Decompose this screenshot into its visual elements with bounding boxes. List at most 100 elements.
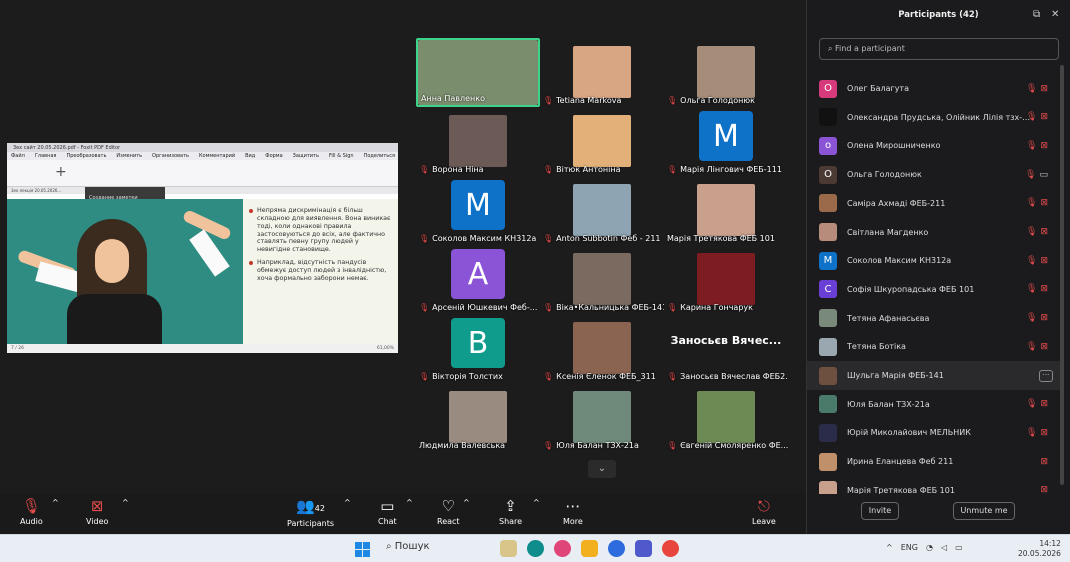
video-tile[interactable]: Заносьєв Вячес... 🎙 Заносьєв Вячеслав ФЕБ2… xyxy=(664,314,788,383)
language-indicator[interactable]: ENG xyxy=(901,543,918,552)
shared-menu-item: Форма xyxy=(265,153,283,159)
file-explorer-icon[interactable] xyxy=(581,540,598,557)
video-tile[interactable]: 🎙 Anton Subbotin Феб - 211 xyxy=(540,176,664,245)
leave-button[interactable]: ⎋ Leave xyxy=(752,498,776,527)
participant-list: O Олег Балагута 🎙⊠ Олександра Прудська, Олі… xyxy=(807,62,1063,494)
close-icon[interactable]: ✕ xyxy=(1051,0,1059,30)
invite-button[interactable]: Invite xyxy=(861,502,899,520)
participant-search-input[interactable]: ⌕ Find a participant xyxy=(819,38,1059,60)
tile-big-name: Заносьєв Вячес... xyxy=(670,334,782,347)
participant-row[interactable]: Шульга Марія ФЕБ-141 ··· xyxy=(807,361,1063,390)
clock[interactable]: 14:12 20.05.2026 xyxy=(1018,539,1061,559)
mic-muted-icon: 🎙 xyxy=(419,165,430,174)
wifi-icon[interactable]: ◔ xyxy=(926,543,933,552)
tile-name: Арсеній Юшкевич Феб-... xyxy=(432,303,538,312)
video-tile[interactable]: 🎙 Ольга Голодонюк xyxy=(664,38,788,107)
video-tile[interactable]: Анна Павленко xyxy=(416,38,540,107)
participant-name: Тетяна Ботіка xyxy=(847,342,906,352)
participant-row[interactable]: o Олена Мирошниченко 🎙⊠ xyxy=(807,131,1063,160)
chat-button[interactable]: ▭ Chat xyxy=(378,497,397,527)
zoom-icon[interactable] xyxy=(608,540,625,557)
participant-row[interactable]: Олександра Прудська, Олійник Лілія тзх-1… xyxy=(807,103,1063,132)
share-options-caret[interactable]: ^ xyxy=(533,498,540,507)
video-tile[interactable]: M 🎙 Соколов Максим КН312а xyxy=(416,176,540,245)
participants-options-caret[interactable]: ^ xyxy=(344,498,351,507)
tile-label: 🎙 Заносьєв Вячеслав ФЕБ2... xyxy=(667,372,788,381)
participant-row[interactable]: C Софія Шкуропадська ФЕБ 101 🎙⊠ xyxy=(807,275,1063,304)
participant-status: 🎙⊠ xyxy=(1026,399,1051,409)
chat-icon: ▭ xyxy=(380,497,395,515)
participant-status: 🎙⊠ xyxy=(1026,284,1051,294)
participant-row[interactable]: Марія Третякова ФЕБ 101 ⊠ xyxy=(807,476,1063,494)
participants-count: 42 xyxy=(314,504,325,513)
avatar: M xyxy=(699,111,753,161)
participant-row[interactable]: Юрій Миколайович МЕЛЬНИК 🎙⊠ xyxy=(807,418,1063,447)
more-button[interactable]: ⋯ More xyxy=(563,498,583,527)
edge-icon[interactable] xyxy=(527,540,544,557)
taskbar-search[interactable]: ⌕ Пошук xyxy=(386,541,430,552)
participant-row[interactable]: Тетяна Афанасьєва 🎙⊠ xyxy=(807,304,1063,333)
audio-button[interactable]: 🎙 Audio xyxy=(20,497,43,527)
participant-row[interactable]: Саміра Ахмаді ФЕБ-211 🎙⊠ xyxy=(807,189,1063,218)
participant-row[interactable]: Ирина Еланцева Феб 211 ⊠ xyxy=(807,447,1063,476)
participant-row[interactable]: O Олег Балагута 🎙⊠ xyxy=(807,74,1063,103)
mic-muted-icon: 🎙 xyxy=(21,497,41,515)
more-options-button[interactable]: ··· xyxy=(1039,369,1053,382)
video-tile[interactable]: B 🎙 Вікторія Толстих xyxy=(416,314,540,383)
mic-muted-icon: 🎙 xyxy=(543,234,554,243)
react-label: React xyxy=(437,517,460,526)
mic-muted-icon: 🎙 xyxy=(1026,399,1041,410)
audio-options-caret[interactable]: ^ xyxy=(52,498,59,507)
video-tile[interactable]: 🎙 Євгеній Смоляренко ФЕ... xyxy=(664,383,788,452)
participant-row[interactable]: Юля Балан ТЗХ-21а 🎙⊠ xyxy=(807,390,1063,419)
participant-row[interactable]: Світлана Магденко 🎙⊠ xyxy=(807,218,1063,247)
video-tile[interactable]: M 🎙 Марія Лінгович ФЕБ-111 xyxy=(664,107,788,176)
share-button[interactable]: ⇪ Share xyxy=(499,498,522,527)
participant-row[interactable]: M Соколов Максим КН312а 🎙⊠ xyxy=(807,246,1063,275)
video-tile[interactable]: 🎙 Tetiana Markova xyxy=(540,38,664,107)
search-icon: ⌕ xyxy=(828,44,833,53)
video-tile[interactable]: A 🎙 Арсеній Юшкевич Феб-... xyxy=(416,245,540,314)
participant-status: 🎙⊠ xyxy=(1026,227,1051,237)
video-off-icon: ⊠ xyxy=(1040,227,1051,237)
tile-label: 🎙 Вітюк Антоніна xyxy=(543,165,620,174)
widgets-icon[interactable] xyxy=(500,540,517,557)
participant-row[interactable]: O Ольга Голодонюк 🎙▭ xyxy=(807,160,1063,189)
react-options-caret[interactable]: ^ xyxy=(463,498,470,507)
tile-name: Tetiana Markova xyxy=(556,96,622,105)
video-tile[interactable]: 🎙 Ксенія Єленок ФЕБ_311 xyxy=(540,314,664,383)
video-tile[interactable]: 🎙 Віка•Кальницька ФЕБ-141 xyxy=(540,245,664,314)
copilot-icon[interactable] xyxy=(554,540,571,557)
tile-name: Євгеній Смоляренко ФЕ... xyxy=(680,441,788,450)
unmute-me-button[interactable]: Unmute me xyxy=(953,502,1015,520)
volume-icon[interactable]: ◁ xyxy=(941,543,947,552)
participants-button[interactable]: 👥42 Participants xyxy=(287,498,334,529)
popout-icon[interactable]: ⧉ xyxy=(1033,0,1040,30)
video-button[interactable]: ⊠ Video xyxy=(86,498,108,527)
video-tile[interactable]: 🎙 Вітюк Антоніна xyxy=(540,107,664,176)
tray-chevron-icon[interactable]: ^ xyxy=(886,543,893,552)
chrome-icon[interactable] xyxy=(662,540,679,557)
video-tile[interactable]: 🎙 Юля Балан ТЗХ-21а xyxy=(540,383,664,452)
react-button[interactable]: ♡ React xyxy=(437,498,460,527)
chat-options-caret[interactable]: ^ xyxy=(406,498,413,507)
participant-video xyxy=(573,115,631,167)
windows-start-icon[interactable] xyxy=(355,542,370,557)
mic-muted-icon: 🎙 xyxy=(1026,112,1041,123)
meeting-controls: 🎙 Audio ^ ⊠ Video ^ 👥42 Participants ^ ▭… xyxy=(0,494,806,534)
battery-icon[interactable]: ▭ xyxy=(955,543,963,552)
participant-row[interactable]: Тетяна Ботіка 🎙⊠ xyxy=(807,332,1063,361)
participant-list-scrollbar[interactable] xyxy=(1060,65,1064,485)
video-tile[interactable]: 🎙 Ворона Ніна xyxy=(416,107,540,176)
video-off-icon: ⊠ xyxy=(1040,140,1051,151)
panel-title: Participants (42) xyxy=(898,10,979,20)
teams-icon[interactable] xyxy=(635,540,652,557)
video-tile[interactable]: 🎙 Карина Гончарук xyxy=(664,245,788,314)
shared-doc-tab: 3ex лекція 20.05.2026... xyxy=(7,187,398,194)
tile-name: Людмила Валевська xyxy=(419,441,506,450)
video-tile[interactable]: Марія Третякова ФЕБ 101 xyxy=(664,176,788,245)
participants-panel: Participants (42) ⧉ ✕ ⌕ Find a participa… xyxy=(806,0,1070,534)
chevron-down-icon[interactable]: ⌄ xyxy=(588,460,616,478)
video-tile[interactable]: Людмила Валевська xyxy=(416,383,540,452)
video-options-caret[interactable]: ^ xyxy=(122,498,129,507)
